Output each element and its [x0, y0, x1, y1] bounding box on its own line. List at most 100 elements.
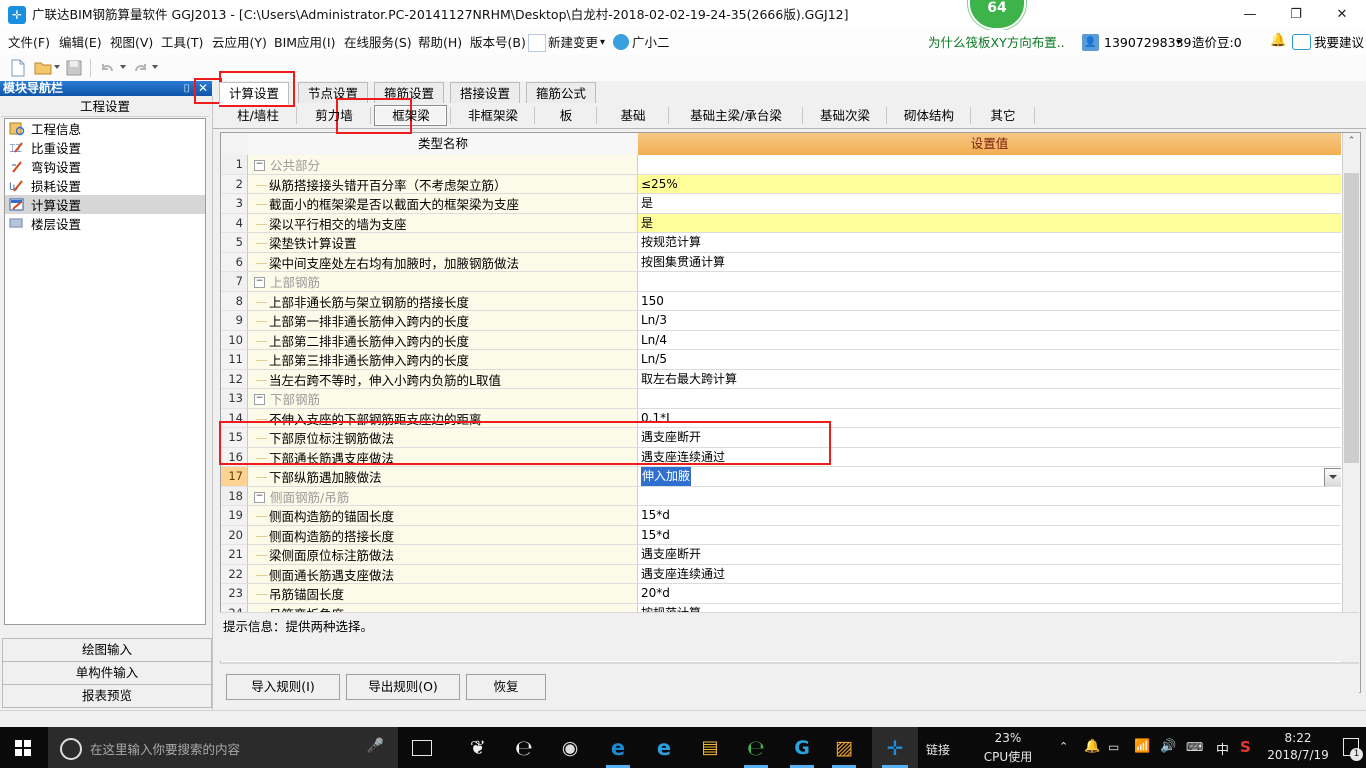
table-row[interactable]: 15 —下部原位标注钢筋做法 遇支座断开: [221, 428, 1341, 448]
promo-link[interactable]: 为什么筏板XY方向布置..: [928, 34, 1065, 52]
table-row[interactable]: 5 —梁垫铁计算设置 按规范计算: [221, 233, 1341, 253]
tab-node-settings[interactable]: 节点设置: [298, 82, 369, 104]
report-preview-button[interactable]: 报表预览: [2, 684, 212, 708]
row-type-name[interactable]: —梁垫铁计算设置: [248, 233, 638, 253]
row-type-name[interactable]: —纵筋搭接接头错开百分率（不考虑架立筋）: [248, 174, 638, 194]
notes-app-icon[interactable]: ▨: [832, 736, 856, 760]
row-setting-value[interactable]: 15*d: [638, 525, 1341, 545]
table-row[interactable]: 18− 侧面钢筋/吊筋: [221, 486, 1341, 506]
tab-other[interactable]: 其它: [971, 105, 1035, 126]
save-disk-icon[interactable]: [64, 58, 84, 78]
assistant-icon[interactable]: [613, 34, 629, 50]
volume-icon[interactable]: 🔊: [1160, 739, 1176, 754]
nav-close-icon[interactable]: ✕: [198, 81, 208, 96]
scroll-up-icon[interactable]: ⌃: [1343, 133, 1360, 150]
redo-caret-icon[interactable]: [152, 65, 158, 69]
file-explorer-icon[interactable]: ▤: [698, 736, 722, 760]
row-type-name[interactable]: —侧面构造筋的搭接长度: [248, 525, 638, 545]
tab-stirrup-formula[interactable]: 箍筋公式: [526, 82, 597, 104]
chevron-down-icon[interactable]: [1324, 468, 1341, 486]
table-row[interactable]: 6 —梁中间支座处左右均有加腋时，加腋钢筋做法 按图集贯通计算: [221, 252, 1341, 272]
row-setting-value[interactable]: 0.1*L: [638, 408, 1341, 428]
row-type-name[interactable]: —当左右跨不等时，伸入小跨内负筋的L取值: [248, 369, 638, 389]
sidebar-item-weight-setting[interactable]: ⌶⌶ 比重设置: [5, 138, 205, 157]
table-row[interactable]: 23 —吊筋锚固长度 20*d: [221, 584, 1341, 604]
row-type-name[interactable]: —上部非通长筋与架立钢筋的搭接长度: [248, 291, 638, 311]
table-row[interactable]: 21 —梁侧面原位标注筋做法 遇支座断开: [221, 545, 1341, 565]
row-type-name[interactable]: —侧面通长筋遇支座做法: [248, 564, 638, 584]
undo-icon[interactable]: [98, 58, 118, 78]
table-row[interactable]: 4 —梁以平行相交的墙为支座是: [221, 213, 1341, 233]
row-setting-value[interactable]: 伸入加腋: [638, 467, 1341, 487]
grid-body[interactable]: 1− 公共部分 2 —纵筋搭接接头错开百分率（不考虑架立筋） ≤25% 3 —截面小的框架梁…: [221, 155, 1341, 669]
table-row[interactable]: 19 —侧面构造筋的锚固长度 15*d: [221, 506, 1341, 526]
row-setting-value[interactable]: [638, 155, 1341, 175]
table-row[interactable]: 1− 公共部分: [221, 155, 1341, 175]
sidebar-item-loss-setting[interactable]: և 损耗设置: [5, 176, 205, 195]
edge-legacy-icon[interactable]: ℮: [512, 736, 536, 760]
undo-caret-icon[interactable]: [120, 65, 126, 69]
tab-foundation-secondary-beam[interactable]: 基础次梁: [803, 105, 887, 126]
row-type-name[interactable]: —上部第三排非通长筋伸入跨内的长度: [248, 350, 638, 370]
draw-input-button[interactable]: 绘图输入: [2, 638, 212, 662]
minimize-button[interactable]: —: [1227, 0, 1273, 30]
task-view-button[interactable]: [398, 727, 446, 768]
row-setting-value[interactable]: 按规范计算: [638, 233, 1341, 253]
row-setting-value[interactable]: ≤25%: [638, 174, 1341, 194]
row-setting-value[interactable]: 遇支座连续通过: [638, 564, 1341, 584]
menu-edit[interactable]: 编辑(E): [59, 34, 102, 52]
row-type-name[interactable]: − 上部钢筋: [248, 272, 638, 292]
row-type-name[interactable]: —梁侧面原位标注筋做法: [248, 545, 638, 565]
suggestion-label[interactable]: 我要建议: [1314, 34, 1364, 52]
table-row[interactable]: 13− 下部钢筋: [221, 389, 1341, 409]
tab-stirrup-settings[interactable]: 箍筋设置: [374, 82, 445, 104]
g-app-icon[interactable]: G: [790, 736, 814, 760]
close-button[interactable]: ✕: [1319, 0, 1365, 30]
sogou-cloud-icon[interactable]: ❦: [466, 736, 490, 760]
row-setting-value[interactable]: 按图集贯通计算: [638, 252, 1341, 272]
grid-vertical-scrollbar[interactable]: ⌃ ⌄: [1342, 133, 1360, 690]
ime-mode-icon[interactable]: 中: [1216, 739, 1229, 758]
menu-cloud[interactable]: 云应用(Y): [212, 34, 267, 52]
row-type-name[interactable]: —梁中间支座处左右均有加腋时，加腋钢筋做法: [248, 252, 638, 272]
spiral-alert-icon[interactable]: ◉: [558, 736, 582, 760]
collapse-expand-icon[interactable]: −: [254, 160, 265, 171]
pin-icon[interactable]: ⌷: [183, 81, 190, 96]
row-setting-value[interactable]: [638, 272, 1341, 292]
link-label[interactable]: 链接: [926, 741, 950, 758]
bell-icon[interactable]: 🔔: [1084, 739, 1100, 754]
row-type-name[interactable]: —吊筋锚固长度: [248, 584, 638, 604]
row-setting-value[interactable]: 取左右最大跨计算: [638, 369, 1341, 389]
tab-shear-wall[interactable]: 剪力墙: [297, 105, 371, 126]
tab-calc-settings[interactable]: 计算设置: [219, 82, 290, 105]
row-type-name[interactable]: —不伸入支座的下部钢筋距支座边的距离: [248, 408, 638, 428]
table-row[interactable]: 22 —侧面通长筋遇支座做法 遇支座连续通过: [221, 564, 1341, 584]
menu-online[interactable]: 在线服务(S): [344, 34, 412, 52]
wifi-icon[interactable]: 📶: [1134, 739, 1150, 754]
row-setting-value[interactable]: 20*d: [638, 584, 1341, 604]
row-setting-value[interactable]: [638, 389, 1341, 409]
table-row[interactable]: 14 —不伸入支座的下部钢筋距支座边的距离 0.1*L: [221, 408, 1341, 428]
start-button[interactable]: [0, 727, 48, 768]
scroll-thumb[interactable]: [1344, 173, 1359, 463]
sidebar-item-floor-setting[interactable]: 楼层设置: [5, 214, 205, 233]
row-type-name[interactable]: —梁以平行相交的墙为支座: [248, 213, 638, 233]
row-type-name[interactable]: − 侧面钢筋/吊筋: [248, 486, 638, 506]
tab-lap-settings[interactable]: 搭接设置: [450, 82, 521, 104]
table-row[interactable]: 16 —下部通长筋遇支座做法 遇支座连续通过: [221, 447, 1341, 467]
table-row[interactable]: 11 —上部第三排非通长筋伸入跨内的长度 Ln/5: [221, 350, 1341, 370]
table-row[interactable]: 20 —侧面构造筋的搭接长度 15*d: [221, 525, 1341, 545]
import-rules-button[interactable]: 导入规则(I): [226, 674, 340, 700]
ie-browser-icon[interactable]: e: [606, 736, 630, 760]
row-type-name[interactable]: —截面小的框架梁是否以截面大的框架梁为支座: [248, 194, 638, 214]
row-setting-value[interactable]: 遇支座断开: [638, 428, 1341, 448]
row-setting-value[interactable]: Ln/4: [638, 330, 1341, 350]
search-box[interactable]: 在这里输入你要搜索的内容 🎤: [48, 727, 398, 768]
export-rules-button[interactable]: 导出规则(O): [346, 674, 460, 700]
tab-slab[interactable]: 板: [535, 105, 597, 126]
mic-icon[interactable]: 🎤: [367, 738, 384, 754]
restore-button[interactable]: 恢复: [466, 674, 546, 700]
clock-date[interactable]: 2018/7/19: [1262, 748, 1334, 762]
tab-masonry-structure[interactable]: 砌体结构: [887, 105, 971, 126]
tab-foundation-main-beam[interactable]: 基础主梁/承台梁: [669, 105, 803, 126]
